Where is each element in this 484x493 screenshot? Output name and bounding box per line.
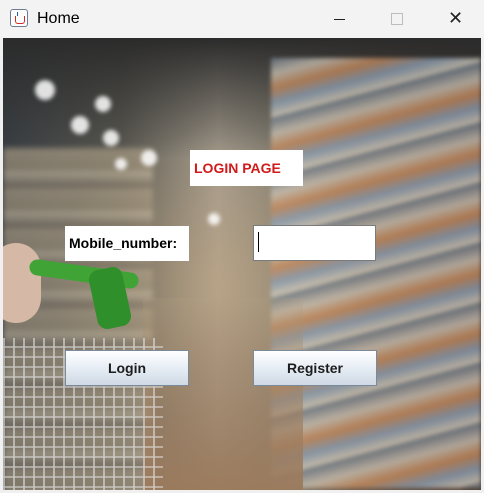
register-button[interactable]: Register	[253, 350, 377, 386]
close-button[interactable]: ✕	[426, 0, 484, 38]
window-title: Home	[37, 10, 80, 27]
app-window: Home ✕ LOGIN PAGE Mobile_number: Login R…	[0, 0, 484, 493]
minimize-icon	[334, 19, 345, 20]
mobile-number-label-text: Mobile_number:	[69, 235, 178, 251]
text-caret	[258, 232, 259, 252]
title-bar[interactable]: Home ✕	[0, 0, 484, 38]
mobile-number-field[interactable]	[253, 225, 376, 261]
maximize-button	[368, 0, 426, 38]
login-page-heading: LOGIN PAGE	[190, 150, 303, 186]
heading-text: LOGIN PAGE	[194, 160, 281, 176]
minimize-button[interactable]	[310, 0, 368, 38]
java-app-icon	[10, 9, 28, 27]
maximize-icon	[391, 13, 403, 25]
background-image: LOGIN PAGE Mobile_number: Login Register	[3, 38, 481, 490]
close-icon: ✕	[448, 8, 464, 28]
mobile-number-label: Mobile_number:	[65, 226, 189, 261]
login-button[interactable]: Login	[65, 350, 189, 386]
